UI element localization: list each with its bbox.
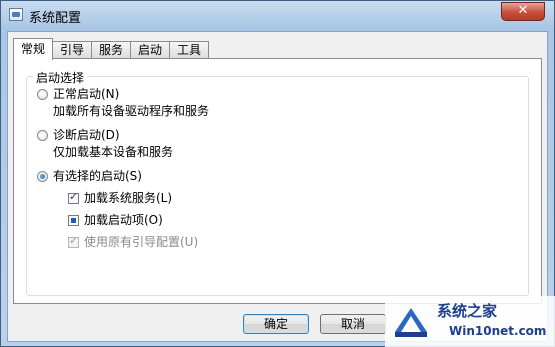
general-tab-panel: 启动选择 正常启动(N) 加载所有设备驱动程序和服务 诊断启动(D) 仅加载基本… [13,58,542,304]
watermark-url: Win10net.com [449,324,547,338]
checkbox-use-original-boot-config [68,234,79,248]
group-legend: 启动选择 [33,69,88,86]
use-original-boot-config-label: 使用原有引导配置(U) [84,235,199,249]
normal-startup-label[interactable]: 正常启动(N) [53,85,119,102]
load-system-services-label[interactable]: 加载系统服务(L) [84,189,172,206]
tab-general[interactable]: 常规 [13,38,53,60]
cancel-button[interactable]: 取消 [320,314,386,334]
checkbox-load-system-services[interactable] [68,190,79,204]
tab-boot[interactable]: 引导 [52,41,92,59]
radio-diagnostic-startup[interactable] [37,130,48,141]
system-config-window: 系统配置 ✕ 常规 引导 服务 启动 工具 启动选择 正常启动(N) 加载所有设… [0,0,555,347]
diagnostic-startup-label[interactable]: 诊断启动(D) [53,126,120,143]
checkbox-load-startup-items[interactable] [68,215,79,226]
radio-selective-startup[interactable] [37,171,48,182]
ok-button[interactable]: 确定 [243,314,309,334]
window-title: 系统配置 [29,11,82,26]
normal-startup-description: 加载所有设备驱动程序和服务 [53,104,210,118]
startup-selection-group: 启动选择 正常启动(N) 加载所有设备驱动程序和服务 诊断启动(D) 仅加载基本… [26,69,529,296]
watermark-logo-icon [395,308,427,337]
diagnostic-startup-description: 仅加载基本设备和服务 [53,145,174,159]
watermark-title: 系统之家 [437,302,498,320]
app-icon [9,8,23,21]
close-button[interactable]: ✕ [501,2,545,21]
tab-services[interactable]: 服务 [91,41,131,59]
title-bar[interactable]: 系统配置 ✕ [1,1,554,31]
tab-startup[interactable]: 启动 [130,41,170,59]
selective-startup-label[interactable]: 有选择的启动(S) [53,167,142,184]
tab-tools[interactable]: 工具 [169,41,209,59]
site-watermark: 系统之家 Win10net.com [385,296,555,347]
radio-normal-startup[interactable] [37,89,48,100]
load-startup-items-label[interactable]: 加载启动项(O) [84,211,163,228]
close-icon: ✕ [517,3,529,18]
